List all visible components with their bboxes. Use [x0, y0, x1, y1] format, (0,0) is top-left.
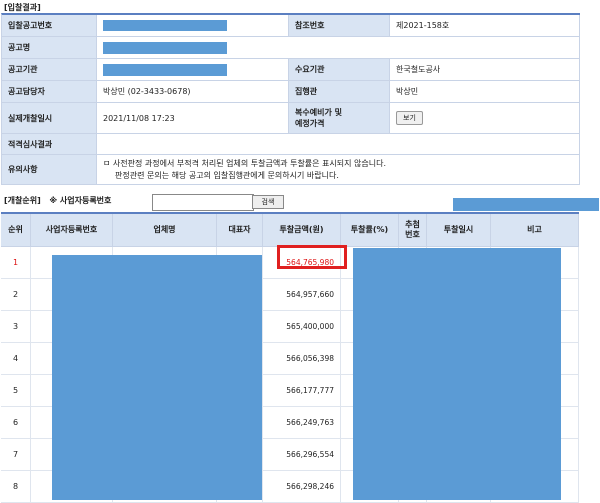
notice-agency-label: 공고기관 [2, 59, 97, 80]
info-row-1: 입찰공고번호 참조번호 제2021-158호 [2, 15, 580, 37]
notice-name-label: 공고명 [2, 37, 97, 58]
executor-value: 박상민 [390, 81, 580, 102]
results-header-row: 순위 사업자등록번호 업체명 대표자 투찰금액(원) 투찰률(%) 추첨 번호 … [1, 212, 579, 247]
info-row-7: 유의사항 ㅁ 사전판정 과정에서 부적격 처리된 업체의 투찰금액과 투찰률은 … [2, 155, 580, 185]
info-row-3: 공고기관 수요기관 한국철도공사 [2, 59, 580, 81]
ref-no-label: 참조번호 [289, 15, 390, 36]
biz-no-search-label: ※ 사업자등록번호 [49, 196, 112, 205]
info-row-2: 공고명 [2, 37, 580, 59]
notes-line-2: 판정관련 문의는 해당 공고의 입찰집행관에게 문의하시기 바랍니다. [115, 170, 339, 180]
header-lot-no: 추첨 번호 [399, 214, 427, 246]
opening-datetime-label: 실제개찰일시 [2, 103, 97, 133]
reserve-price-label-line1: 복수예비가 및 [295, 108, 342, 117]
redacted-block [353, 248, 561, 500]
amount-cell: 564,957,660 [263, 279, 341, 310]
bid-info-table: 입찰공고번호 참조번호 제2021-158호 공고명 공고기관 수요기관 한국철… [1, 13, 580, 185]
biz-no-search-input[interactable] [152, 194, 254, 211]
executor-label: 집행관 [289, 81, 390, 102]
header-rank: 순위 [1, 214, 31, 246]
rank-cell: 3 [1, 311, 31, 342]
info-row-4: 공고담당자 박상민 (02-3433-0678) 집행관 박상민 [2, 81, 580, 103]
header-rate: 투찰률(%) [341, 214, 399, 246]
reserve-price-cell: 보기 [390, 103, 580, 133]
rank-cell: 4 [1, 343, 31, 374]
amount-cell: 566,177,777 [263, 375, 341, 406]
reserve-price-label-line2: 예정가격 [295, 119, 325, 128]
search-bar: [개찰순위] ※ 사업자등록번호 [4, 195, 111, 206]
header-lot-line1: 추첨 [405, 220, 420, 229]
amount-cell: 566,298,246 [263, 471, 341, 502]
info-row-6: 적격심사결과 [2, 134, 580, 155]
amount-cell: 566,056,398 [263, 343, 341, 374]
rank-cell: 6 [1, 407, 31, 438]
search-button[interactable]: 검색 [252, 195, 284, 209]
rank-cell: 2 [1, 279, 31, 310]
header-lot-line2: 번호 [405, 230, 420, 239]
header-amount: 투찰금액(원) [263, 214, 341, 246]
demand-agency-value: 한국철도공사 [390, 59, 580, 80]
redacted-block [103, 20, 227, 31]
highlight-box [277, 245, 347, 269]
reserve-price-label: 복수예비가 및 예정가격 [289, 103, 390, 133]
redacted-block [52, 255, 262, 500]
rank-cell: 1 [1, 247, 31, 278]
notice-name-value [97, 37, 580, 58]
view-reserve-price-button[interactable]: 보기 [396, 111, 423, 125]
notes-line-1: ㅁ 사전판정 과정에서 부적격 처리된 업체의 투찰금액과 투찰률은 표시되지 … [103, 158, 387, 168]
redacted-block [103, 41, 227, 54]
contact-label: 공고담당자 [2, 81, 97, 102]
review-result-label: 적격심사결과 [2, 134, 97, 154]
notes-label: 유의사항 [2, 155, 97, 184]
header-company: 업체명 [113, 214, 217, 246]
demand-agency-label: 수요기관 [289, 59, 390, 80]
rank-cell: 7 [1, 439, 31, 470]
rank-cell: 8 [1, 471, 31, 502]
ref-no-value: 제2021-158호 [390, 15, 580, 36]
notice-agency-value [97, 59, 289, 80]
redacted-block [453, 198, 599, 211]
contact-value: 박상민 (02-3433-0678) [97, 81, 289, 102]
review-result-value [97, 134, 580, 154]
notes-value: ㅁ 사전판정 과정에서 부적격 처리된 업체의 투찰금액과 투찰률은 표시되지 … [97, 155, 580, 184]
section-title: [입찰결과] [4, 3, 41, 12]
header-note: 비고 [491, 214, 579, 246]
opening-datetime-value: 2021/11/08 17:23 [97, 103, 289, 133]
header-date: 투찰일시 [427, 214, 491, 246]
header-rep: 대표자 [217, 214, 263, 246]
amount-cell: 566,249,763 [263, 407, 341, 438]
info-row-5: 실제개찰일시 2021/11/08 17:23 복수예비가 및 예정가격 보기 [2, 103, 580, 134]
header-biz-no: 사업자등록번호 [31, 214, 113, 246]
bid-notice-no-value [97, 15, 289, 36]
bid-notice-no-label: 입찰공고번호 [2, 15, 97, 36]
amount-cell: 565,400,000 [263, 311, 341, 342]
redacted-block [103, 63, 227, 76]
amount-cell: 566,296,554 [263, 439, 341, 470]
rank-cell: 5 [1, 375, 31, 406]
ranking-label: [개찰순위] [4, 196, 41, 205]
